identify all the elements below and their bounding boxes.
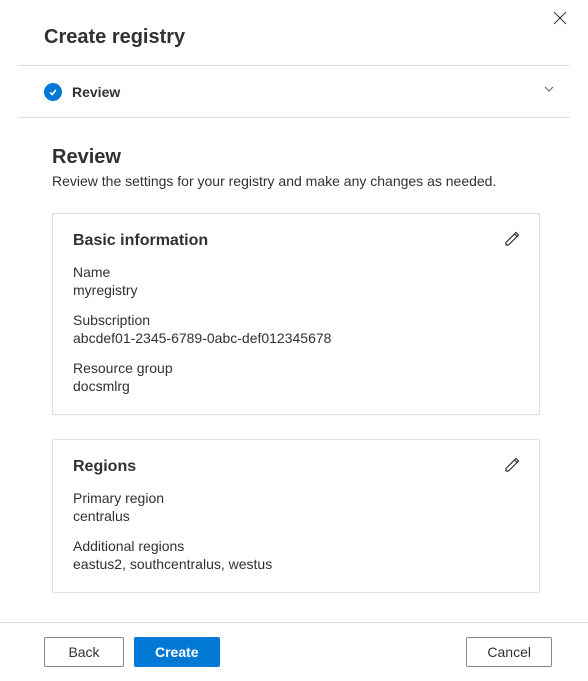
rg-label: Resource group — [73, 360, 519, 376]
close-row — [0, 0, 588, 26]
panel-title: Create registry — [44, 26, 556, 49]
review-desc: Review the settings for your registry an… — [52, 173, 540, 189]
edit-regions-button[interactable] — [503, 454, 523, 474]
step-left: Review — [44, 83, 120, 101]
chevron-down-icon — [542, 82, 556, 101]
basic-info-card: Basic information Name myregistry Subscr… — [52, 213, 540, 415]
step-review-header[interactable]: Review — [0, 66, 588, 117]
content-area: Review Review the settings for your regi… — [0, 118, 588, 622]
cancel-button[interactable]: Cancel — [466, 637, 552, 667]
basic-info-title: Basic information — [73, 232, 519, 250]
field-primary-region: Primary region centralus — [73, 490, 519, 524]
step-label: Review — [72, 84, 120, 100]
footer-left: Back Create — [44, 637, 220, 667]
pencil-icon — [503, 228, 523, 248]
check-circle-icon — [44, 83, 62, 101]
primary-region-value: centralus — [73, 508, 519, 524]
additional-regions-value: eastus2, southcentralus, westus — [73, 556, 519, 572]
name-value: myregistry — [73, 282, 519, 298]
edit-basic-button[interactable] — [503, 228, 523, 248]
field-subscription: Subscription abcdef01-2345-6789-0abc-def… — [73, 312, 519, 346]
pencil-icon — [503, 454, 523, 474]
subscription-value: abcdef01-2345-6789-0abc-def012345678 — [73, 330, 519, 346]
footer: Back Create Cancel — [0, 622, 588, 681]
review-title: Review — [52, 146, 540, 169]
field-name: Name myregistry — [73, 264, 519, 298]
subscription-label: Subscription — [73, 312, 519, 328]
regions-title: Regions — [73, 458, 519, 476]
close-icon[interactable] — [552, 10, 568, 26]
create-registry-panel: Create registry Review Review Review the… — [0, 0, 588, 681]
field-additional-regions: Additional regions eastus2, southcentral… — [73, 538, 519, 572]
primary-region-label: Primary region — [73, 490, 519, 506]
title-row: Create registry — [0, 26, 588, 65]
back-button[interactable]: Back — [44, 637, 124, 667]
rg-value: docsmlrg — [73, 378, 519, 394]
additional-regions-label: Additional regions — [73, 538, 519, 554]
create-button[interactable]: Create — [134, 637, 220, 667]
regions-card: Regions Primary region centralus Additio… — [52, 439, 540, 593]
name-label: Name — [73, 264, 519, 280]
field-resource-group: Resource group docsmlrg — [73, 360, 519, 394]
